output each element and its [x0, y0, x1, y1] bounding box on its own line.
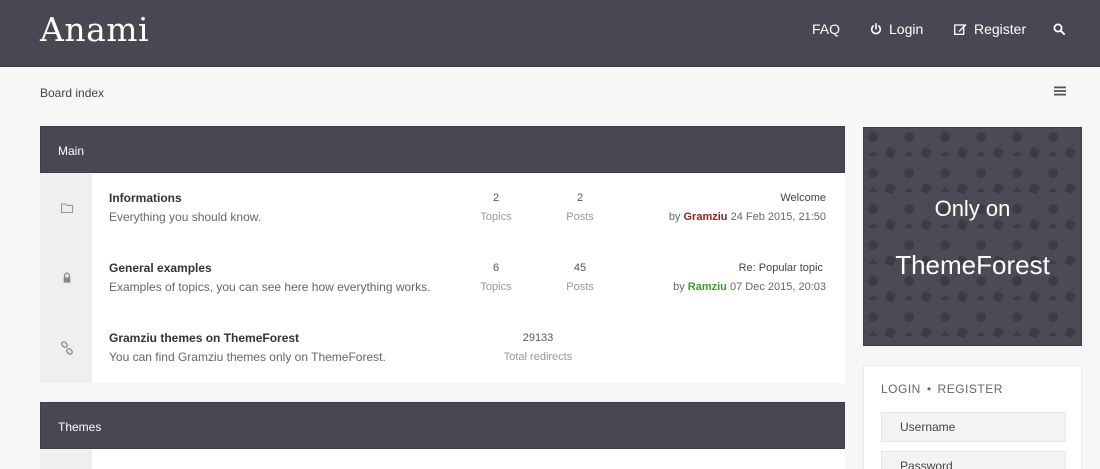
- password-field[interactable]: Password: [881, 451, 1066, 469]
- promo-text-line2: ThemeForest: [895, 250, 1050, 280]
- folder-icon: [60, 203, 74, 214]
- forum-description: Everything you should know.: [109, 210, 262, 224]
- lock-icon: [63, 272, 71, 283]
- breadcrumb-board-index[interactable]: Board index: [40, 86, 104, 100]
- pattern-background: [864, 128, 1081, 345]
- search-button[interactable]: [1053, 23, 1072, 35]
- search-icon: [1053, 23, 1065, 35]
- register-link[interactable]: Register: [954, 21, 1026, 37]
- forum-row: General examples Examples of topics, you…: [40, 243, 845, 313]
- forum-description: You can find Gramziu themes only on Them…: [109, 350, 386, 364]
- forum-title[interactable]: Informations: [109, 191, 182, 205]
- last-post-user[interactable]: Gramziu: [684, 211, 728, 223]
- last-post-by: by: [673, 281, 685, 293]
- posts-label: Posts: [566, 281, 594, 293]
- login-label: Login: [889, 21, 924, 37]
- breadcrumb-bar: Board index: [0, 67, 1100, 117]
- topics-count: 6: [492, 262, 500, 274]
- faq-link[interactable]: FAQ: [812, 21, 840, 37]
- forum-row: Gramziu themes on ThemeForest You can fi…: [40, 313, 845, 383]
- login-tab[interactable]: LOGIN: [881, 382, 921, 396]
- category-title: Main: [58, 144, 85, 158]
- site-logo[interactable]: Anami: [40, 10, 149, 49]
- forum-title[interactable]: General examples: [109, 261, 212, 275]
- forum-list-themes: [40, 449, 845, 469]
- topics-count: 2: [492, 192, 500, 204]
- posts-label: Posts: [566, 211, 594, 223]
- topics-label: Topics: [480, 211, 512, 223]
- forum-row: Informations Everything you should know.…: [40, 173, 845, 243]
- last-post-title[interactable]: Re: Popular topic: [739, 262, 823, 274]
- last-post-by: by: [668, 211, 681, 223]
- last-post-user[interactable]: Ramziu: [688, 281, 727, 293]
- register-tab[interactable]: REGISTER: [938, 382, 1003, 396]
- password-placeholder: Password: [900, 459, 953, 469]
- register-label: Register: [974, 21, 1027, 37]
- forum-title[interactable]: Gramziu themes on ThemeForest: [109, 331, 299, 345]
- topics-label: Topics: [480, 281, 512, 293]
- edit-icon: [954, 24, 967, 35]
- posts-count: 2: [576, 192, 584, 204]
- menu-icon[interactable]: [1054, 85, 1066, 97]
- category-header-themes[interactable]: Themes: [40, 402, 845, 449]
- forum-icon-column: [40, 449, 92, 469]
- last-post-date: 07 Dec 2015, 20:03: [729, 281, 826, 293]
- last-post-meta: by Gramziu 24 Feb 2015, 21:50: [669, 211, 826, 223]
- themeforest-promo-banner[interactable]: Only on ThemeForest: [863, 127, 1082, 346]
- category-title: Themes: [58, 420, 102, 434]
- redirects-label: Total redirects: [503, 351, 573, 363]
- login-tabs: LOGIN • REGISTER: [881, 382, 1003, 396]
- redirects-count: 29133: [522, 332, 554, 344]
- last-post-meta: by Ramziu 07 Dec 2015, 20:03: [673, 281, 826, 293]
- promo-text-line1: Only on: [934, 196, 1011, 221]
- last-post-title[interactable]: Welcome: [780, 192, 826, 204]
- faq-label: FAQ: [812, 21, 841, 37]
- username-field[interactable]: Username: [881, 412, 1066, 442]
- category-header-main[interactable]: Main: [40, 126, 845, 173]
- link-icon: [61, 341, 73, 355]
- last-post-date: 24 Feb 2015, 21:50: [730, 211, 826, 223]
- forum-description: Examples of topics, you can see here how…: [109, 280, 431, 294]
- posts-count: 45: [573, 262, 587, 274]
- username-placeholder: Username: [900, 420, 956, 434]
- tab-separator: •: [926, 382, 932, 396]
- login-link[interactable]: Login: [870, 21, 923, 37]
- top-navbar: Anami FAQ Login Register: [0, 0, 1100, 67]
- forum-list-main: Informations Everything you should know.…: [40, 173, 845, 383]
- power-icon: [870, 23, 882, 35]
- login-panel: LOGIN • REGISTER Username Password: [863, 365, 1082, 469]
